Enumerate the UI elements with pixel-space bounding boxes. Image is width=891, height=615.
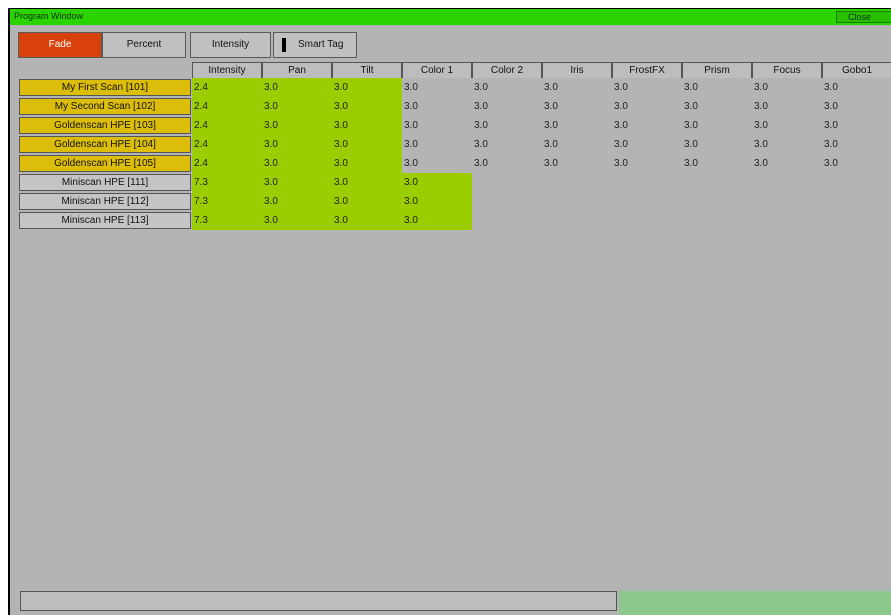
channel-value-cell[interactable]: 3.0 bbox=[402, 135, 472, 154]
channel-value-cell[interactable]: 3.0 bbox=[752, 154, 822, 173]
channel-value-cell[interactable]: 3.0 bbox=[612, 97, 682, 116]
channel-value-cell[interactable]: 3.0 bbox=[752, 135, 822, 154]
channel-value-cell[interactable]: 3.0 bbox=[332, 116, 402, 135]
channel-value-cell[interactable]: 3.0 bbox=[262, 192, 332, 211]
channel-value-cell[interactable]: 3.0 bbox=[262, 135, 332, 154]
channel-value-cell[interactable]: 3.0 bbox=[822, 116, 891, 135]
channel-value-cell[interactable]: 3.0 bbox=[332, 97, 402, 116]
channel-value-cell[interactable]: 3.0 bbox=[822, 154, 891, 173]
smart-tag-label: Smart Tag bbox=[298, 39, 344, 50]
channel-value-cell[interactable]: 7.3 bbox=[192, 192, 262, 211]
channel-value-cell[interactable]: 2.4 bbox=[192, 154, 262, 173]
channel-value-cell[interactable]: 2.4 bbox=[192, 97, 262, 116]
channel-value-cell[interactable]: 3.0 bbox=[542, 154, 612, 173]
fixture-label[interactable]: Goldenscan HPE [105] bbox=[19, 155, 191, 172]
column-header-pan[interactable]: Pan bbox=[262, 62, 332, 78]
channel-value-cell[interactable]: 3.0 bbox=[262, 116, 332, 135]
channel-value-cell[interactable]: 3.0 bbox=[472, 154, 542, 173]
channel-value-cell[interactable]: 3.0 bbox=[542, 116, 612, 135]
channel-value-cell[interactable]: 3.0 bbox=[332, 78, 402, 97]
status-panel bbox=[619, 591, 891, 615]
channel-value-cell[interactable]: 3.0 bbox=[542, 135, 612, 154]
channel-value-cell[interactable]: 2.4 bbox=[192, 116, 262, 135]
channel-value-cell[interactable]: 3.0 bbox=[472, 78, 542, 97]
column-header-gobo1[interactable]: Gobo1 bbox=[822, 62, 891, 78]
channel-value-cell[interactable]: 3.0 bbox=[402, 78, 472, 97]
channel-value-cell[interactable]: 3.0 bbox=[332, 135, 402, 154]
title-bar[interactable]: Program Window Close bbox=[10, 9, 891, 25]
fade-button[interactable]: Fade bbox=[18, 32, 102, 58]
channel-value-cell[interactable]: 3.0 bbox=[472, 97, 542, 116]
tag-indicator-icon bbox=[282, 38, 286, 52]
channel-value-cell[interactable]: 3.0 bbox=[262, 154, 332, 173]
channel-value-cell[interactable]: 3.0 bbox=[402, 211, 472, 230]
channel-value-cell[interactable]: 3.0 bbox=[612, 154, 682, 173]
channel-value-cell[interactable]: 7.3 bbox=[192, 211, 262, 230]
column-header-focus[interactable]: Focus bbox=[752, 62, 822, 78]
channel-value-cell[interactable]: 3.0 bbox=[402, 173, 472, 192]
channel-value-cell[interactable]: 3.0 bbox=[332, 211, 402, 230]
channel-value-cell[interactable]: 3.0 bbox=[682, 154, 752, 173]
channel-value-cell[interactable]: 2.4 bbox=[192, 78, 262, 97]
column-header-iris[interactable]: Iris bbox=[542, 62, 612, 78]
column-header-intensity[interactable]: Intensity bbox=[192, 62, 262, 78]
column-header-frostfx[interactable]: FrostFX bbox=[612, 62, 682, 78]
channel-value-cell[interactable]: 3.0 bbox=[682, 97, 752, 116]
channel-value-cell[interactable]: 3.0 bbox=[822, 97, 891, 116]
channel-value-cell[interactable]: 3.0 bbox=[682, 135, 752, 154]
close-button[interactable]: Close bbox=[836, 11, 891, 23]
channel-value-cell[interactable]: 3.0 bbox=[542, 78, 612, 97]
percent-button[interactable]: Percent bbox=[102, 32, 186, 58]
column-header-tilt[interactable]: Tilt bbox=[332, 62, 402, 78]
channel-value-cell[interactable]: 3.0 bbox=[262, 97, 332, 116]
channel-value-cell[interactable]: 3.0 bbox=[612, 116, 682, 135]
channel-value-cell[interactable]: 3.0 bbox=[332, 192, 402, 211]
channel-value-cell[interactable]: 3.0 bbox=[262, 78, 332, 97]
channel-value-cell[interactable]: 3.0 bbox=[682, 116, 752, 135]
fixture-label[interactable]: My First Scan [101] bbox=[19, 79, 191, 96]
channel-value-cell[interactable]: 3.0 bbox=[752, 116, 822, 135]
channel-value-cell[interactable]: 3.0 bbox=[262, 211, 332, 230]
channel-value-cell[interactable]: 3.0 bbox=[402, 154, 472, 173]
channel-value-cell[interactable]: 3.0 bbox=[542, 97, 612, 116]
fixture-label[interactable]: Goldenscan HPE [103] bbox=[19, 117, 191, 134]
smart-tag-button[interactable]: Smart Tag bbox=[273, 32, 357, 58]
channel-value-cell[interactable]: 3.0 bbox=[682, 78, 752, 97]
column-header-prism[interactable]: Prism bbox=[682, 62, 752, 78]
channel-value-cell[interactable]: 3.0 bbox=[612, 78, 682, 97]
channel-value-cell[interactable]: 3.0 bbox=[822, 135, 891, 154]
intensity-button[interactable]: Intensity bbox=[190, 32, 271, 58]
fixture-label[interactable]: Goldenscan HPE [104] bbox=[19, 136, 191, 153]
channel-value-cell[interactable]: 3.0 bbox=[752, 78, 822, 97]
channel-value-cell[interactable]: 7.3 bbox=[192, 173, 262, 192]
window-title: Program Window bbox=[14, 11, 84, 21]
horizontal-scrollbar[interactable] bbox=[20, 591, 617, 611]
column-header-color-2[interactable]: Color 2 bbox=[472, 62, 542, 78]
channel-value-cell[interactable]: 3.0 bbox=[472, 116, 542, 135]
channel-value-cell[interactable]: 3.0 bbox=[332, 154, 402, 173]
program-window: Program Window Close Fade Percent Intens… bbox=[8, 8, 891, 615]
fixture-label[interactable]: My Second Scan [102] bbox=[19, 98, 191, 115]
channel-value-cell[interactable]: 3.0 bbox=[472, 135, 542, 154]
channel-value-cell[interactable]: 3.0 bbox=[332, 173, 402, 192]
channel-value-cell[interactable]: 3.0 bbox=[402, 192, 472, 211]
fixture-label[interactable]: Miniscan HPE [111] bbox=[19, 174, 191, 191]
channel-value-cell[interactable]: 3.0 bbox=[402, 97, 472, 116]
channel-value-cell[interactable]: 3.0 bbox=[402, 116, 472, 135]
column-header-color-1[interactable]: Color 1 bbox=[402, 62, 472, 78]
fixture-label[interactable]: Miniscan HPE [112] bbox=[19, 193, 191, 210]
channel-value-cell[interactable]: 3.0 bbox=[612, 135, 682, 154]
fixture-label[interactable]: Miniscan HPE [113] bbox=[19, 212, 191, 229]
channel-value-cell[interactable]: 3.0 bbox=[822, 78, 891, 97]
channel-value-cell[interactable]: 2.4 bbox=[192, 135, 262, 154]
channel-value-cell[interactable]: 3.0 bbox=[752, 97, 822, 116]
channel-value-cell[interactable]: 3.0 bbox=[262, 173, 332, 192]
